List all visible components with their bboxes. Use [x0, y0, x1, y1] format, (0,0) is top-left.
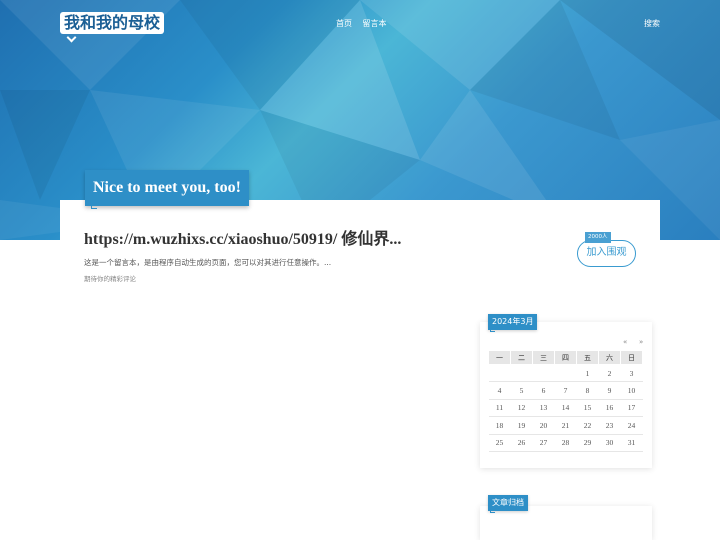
- weekday-sat: 六: [598, 350, 621, 365]
- archive-tag-tail: [490, 508, 495, 513]
- calendar-day: 2: [598, 364, 621, 383]
- weekday-fri: 五: [576, 350, 599, 365]
- member-count-badge: 2000人: [585, 232, 611, 243]
- weekday-wed: 三: [532, 350, 555, 365]
- post-description: 这是一个留言本，是由程序自动生成的页面，您可以对其进行任意操作。...: [84, 258, 332, 267]
- weekday-thu: 四: [554, 350, 577, 365]
- weekday-sun: 日: [620, 350, 643, 365]
- calendar-day: 7: [554, 381, 577, 400]
- calendar-week-row: 25 26 27 28 29 30 31: [488, 434, 643, 452]
- calendar-day: 1: [576, 364, 599, 383]
- calendar-day: 6: [532, 381, 555, 400]
- calendar-day: [554, 364, 577, 383]
- comments-hint: 期待你的精彩评论: [84, 275, 136, 283]
- calendar-week-row: 11 12 13 14 15 16 17: [488, 399, 643, 418]
- calendar-day: 3: [620, 364, 643, 383]
- calendar-day: 21: [554, 416, 577, 435]
- calendar-day: 22: [576, 416, 599, 435]
- calendar-day: 19: [510, 416, 533, 435]
- calendar-day: 9: [598, 381, 621, 400]
- calendar-day: 15: [576, 399, 599, 418]
- weekday-tue: 二: [510, 350, 533, 365]
- search-link[interactable]: 搜索: [644, 18, 660, 29]
- calendar-next-button[interactable]: »: [639, 338, 643, 346]
- nav-item-guestbook[interactable]: 留言本: [363, 19, 387, 28]
- calendar-day: 20: [532, 416, 555, 435]
- calendar-day: 8: [576, 381, 599, 400]
- calendar-week-row: 1 2 3: [488, 364, 643, 383]
- calendar-day: 12: [510, 399, 533, 418]
- calendar-tag-tail: [490, 327, 495, 332]
- nav-item-home[interactable]: 首页: [336, 19, 352, 28]
- weekday-mon: 一: [488, 350, 511, 365]
- calendar-day: 10: [620, 381, 643, 400]
- calendar-day: 14: [554, 399, 577, 418]
- join-button[interactable]: 加入围观: [577, 240, 636, 267]
- calendar-day: 17: [620, 399, 643, 418]
- calendar-week-row: 18 19 20 21 22 23 24: [488, 416, 643, 435]
- main-nav: 首页 留言本: [336, 18, 395, 29]
- calendar-day: 24: [620, 416, 643, 435]
- calendar-day: 5: [510, 381, 533, 400]
- calendar-day: 13: [532, 399, 555, 418]
- post-title[interactable]: https://m.wuzhixs.cc/xiaoshuo/50919/ 修仙界…: [84, 225, 401, 249]
- calendar-day: 28: [554, 434, 577, 452]
- calendar-day: 27: [532, 434, 555, 452]
- calendar-weekday-row: 一 二 三 四 五 六 日: [488, 350, 643, 365]
- calendar-day: 11: [488, 399, 511, 418]
- calendar-day: 25: [488, 434, 511, 452]
- calendar-day: [532, 364, 555, 383]
- calendar-day: 29: [576, 434, 599, 452]
- greeting-banner: Nice to meet you, too!: [85, 170, 249, 206]
- calendar-week-row: 4 5 6 7 8 9 10: [488, 381, 643, 400]
- calendar-day: 23: [598, 416, 621, 435]
- calendar-prev-button[interactable]: «: [623, 338, 627, 346]
- calendar-day: [510, 364, 533, 383]
- calendar-title: 2024年3月: [488, 314, 538, 330]
- calendar-day: 30: [598, 434, 621, 452]
- banner-tail: [91, 203, 97, 209]
- calendar-table: 一 二 三 四 五 六 日 1 2 3 4 5 6 7 8 9 10 11 12…: [488, 350, 643, 452]
- calendar-day: 16: [598, 399, 621, 418]
- calendar-day: [488, 364, 511, 383]
- site-logo[interactable]: 我和我的母校: [60, 12, 165, 34]
- archive-widget: [480, 506, 652, 540]
- calendar-day: 4: [488, 381, 511, 400]
- calendar-day: 26: [510, 434, 533, 452]
- calendar-day: 18: [488, 416, 511, 435]
- calendar-day: 31: [620, 434, 643, 452]
